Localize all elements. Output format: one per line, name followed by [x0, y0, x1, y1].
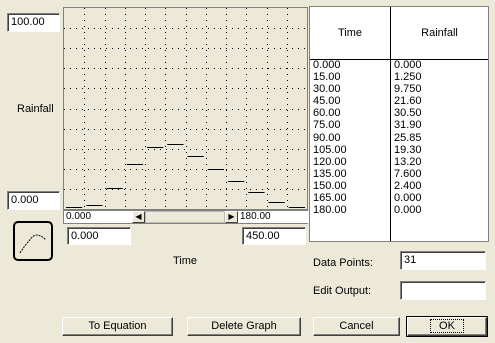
table-cell-rainfall[interactable]: 0.000: [391, 192, 488, 204]
table-cell-rainfall[interactable]: 30.50: [391, 107, 488, 119]
x-max-field[interactable]: 450.00: [242, 227, 306, 245]
scroll-left-value: 0.000: [64, 211, 136, 223]
arrow-right-icon[interactable]: ▶: [225, 211, 238, 223]
time-column: 0.000 15.00 30.00 45.00 60.00 75.00 90.00 105.0…: [310, 59, 390, 216]
table-cell-time[interactable]: 15.00: [310, 71, 390, 83]
hydrograph-plot[interactable]: [63, 7, 308, 210]
arrow-left-icon[interactable]: ◀: [132, 211, 145, 223]
ok-button[interactable]: OK: [406, 316, 488, 337]
cancel-button[interactable]: Cancel: [313, 317, 400, 336]
table-cell-time[interactable]: 120.00: [310, 156, 390, 168]
table-cell-rainfall[interactable]: 9.750: [391, 83, 488, 95]
rainfall-column: 0.000 1.250 9.750 21.60 30.50 31.90 25.85 19.30…: [391, 59, 488, 216]
x-scroll-row[interactable]: 0.000 ◀ ▶ 180.00: [63, 210, 311, 224]
to-equation-button[interactable]: To Equation: [62, 317, 173, 336]
scroll-thumb[interactable]: [145, 211, 225, 223]
table-cell-time[interactable]: 135.00: [310, 168, 390, 180]
table-cell-time[interactable]: 90.00: [310, 132, 390, 144]
y-min-field[interactable]: 0.000: [7, 191, 60, 210]
table-cell-time[interactable]: 180.00: [310, 204, 390, 216]
table-cell-rainfall[interactable]: 21.60: [391, 95, 488, 107]
table-cell-rainfall[interactable]: 1.250: [391, 71, 488, 83]
data-table[interactable]: Time Rainfall 0.000 15.00 30.00 45.00 60.00 7…: [309, 6, 489, 242]
table-cell-time[interactable]: 105.00: [310, 144, 390, 156]
delete-graph-button[interactable]: Delete Graph: [187, 317, 301, 336]
table-cell-rainfall[interactable]: 7.600: [391, 168, 488, 180]
x-min-field[interactable]: 0.000: [67, 227, 131, 245]
data-points-field[interactable]: 31: [400, 251, 486, 270]
curve-icon[interactable]: [13, 221, 53, 261]
table-cell-rainfall[interactable]: 0.000: [391, 204, 488, 216]
y-axis-label: Rainfall: [17, 103, 54, 115]
y-max-field[interactable]: 100.00: [7, 13, 60, 32]
table-cell-rainfall[interactable]: 13.20: [391, 156, 488, 168]
table-cell-time[interactable]: 45.00: [310, 95, 390, 107]
data-points-label: Data Points:: [313, 257, 373, 269]
edit-output-label: Edit Output:: [313, 285, 372, 297]
table-cell-time[interactable]: 30.00: [310, 83, 390, 95]
column-header-rainfall[interactable]: Rainfall: [391, 7, 488, 60]
table-cell-rainfall[interactable]: 25.85: [391, 132, 488, 144]
table-cell-time[interactable]: 150.00: [310, 180, 390, 192]
ok-button-label: OK: [430, 319, 464, 333]
table-cell-time[interactable]: 0.000: [310, 59, 390, 71]
x-axis-label: Time: [173, 255, 198, 267]
column-header-time[interactable]: Time: [310, 7, 390, 60]
edit-output-field[interactable]: [400, 281, 486, 300]
plot-canvas: [64, 8, 307, 209]
table-cell-rainfall[interactable]: 2.400: [391, 180, 488, 192]
scroll-right-value: 180.00: [238, 211, 311, 223]
table-cell-time[interactable]: 75.00: [310, 119, 390, 131]
table-cell-time[interactable]: 165.00: [310, 192, 390, 204]
table-cell-time[interactable]: 60.00: [310, 107, 390, 119]
table-cell-rainfall[interactable]: 19.30: [391, 144, 488, 156]
table-cell-rainfall[interactable]: 31.90: [391, 119, 488, 131]
table-cell-rainfall[interactable]: 0.000: [391, 59, 488, 71]
